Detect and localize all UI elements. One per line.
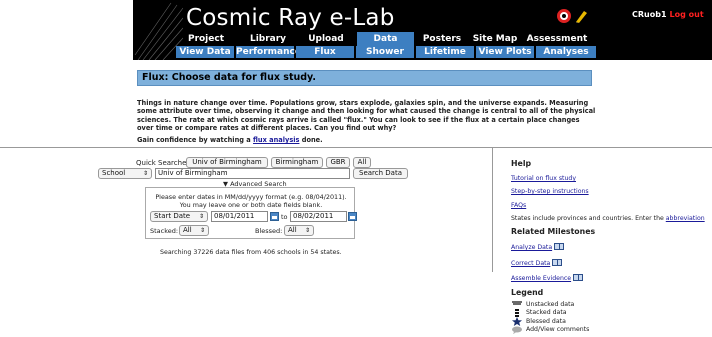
book-icon[interactable] xyxy=(554,243,565,250)
comment-icon xyxy=(511,326,523,336)
stacked-label: Stacked: xyxy=(150,227,179,235)
step-by-step-link[interactable]: Step-by-step instructions xyxy=(511,188,589,195)
header-icons xyxy=(557,9,587,23)
gain-confidence-text: Gain confidence by watching a flux analy… xyxy=(137,136,323,144)
subnav-view-data[interactable]: View Data xyxy=(176,46,234,58)
states-text: States include provinces and countries. … xyxy=(511,215,666,222)
date-help-line-2: You may leave one or both date fields bl… xyxy=(179,200,323,209)
correct-data-link[interactable]: Correct Data xyxy=(511,260,550,267)
blessed-select[interactable]: All ⇕ xyxy=(284,225,314,236)
milestones-title: Related Milestones xyxy=(511,227,596,236)
calendar-icon[interactable] xyxy=(348,212,357,221)
subnav-analyses[interactable]: Analyses xyxy=(536,46,596,58)
header-background xyxy=(597,0,712,60)
date-to-label: to xyxy=(281,213,288,221)
site-title[interactable]: Cosmic Ray e-Lab xyxy=(186,5,395,31)
subnav-performance[interactable]: Performance xyxy=(236,46,301,58)
main-nav: Project Map Library Upload Data Posters … xyxy=(176,32,596,58)
search-field-select[interactable]: School ⇕ xyxy=(98,168,152,179)
subnav-flux[interactable]: Flux xyxy=(296,46,354,58)
faqs-link[interactable]: FAQs xyxy=(511,202,526,209)
nav-upload[interactable]: Upload xyxy=(298,32,354,46)
analyze-data-link[interactable]: Analyze Data xyxy=(511,244,552,251)
nav-assessment[interactable]: Assessment xyxy=(522,32,592,46)
nav-site-map[interactable]: Site Map xyxy=(470,32,520,46)
subnav-shower[interactable]: Shower xyxy=(356,46,414,58)
nav-project-map[interactable]: Project Map xyxy=(176,32,236,58)
unstacked-icon xyxy=(511,300,523,308)
legend-unstacked: Unstacked data xyxy=(526,301,575,308)
username: CRuob1 xyxy=(632,10,667,19)
search-query-input[interactable]: Univ of Birmingham xyxy=(155,168,350,179)
sidebar-divider xyxy=(492,147,493,272)
legend-blessed: Blessed data xyxy=(526,318,566,325)
tutorial-link[interactable]: Tutorial on flux study xyxy=(511,175,576,182)
flux-analysis-link[interactable]: flux analysis xyxy=(253,136,299,144)
section-divider xyxy=(0,147,712,148)
milestone-assemble: Assemble Evidence xyxy=(511,274,584,282)
gain-suffix: done. xyxy=(299,136,323,144)
states-note: States include provinces and countries. … xyxy=(511,215,705,222)
nav-data[interactable]: Data xyxy=(357,32,414,46)
search-field-value: School xyxy=(102,169,126,177)
nav-library[interactable]: Library xyxy=(240,32,296,46)
subnav-view-plots[interactable]: View Plots xyxy=(476,46,534,58)
intro-paragraph: Things in nature change over time. Popul… xyxy=(137,99,596,132)
milestone-analyze: Analyze Data xyxy=(511,243,565,251)
book-icon[interactable] xyxy=(573,274,584,281)
quick-search-all-button[interactable]: All xyxy=(353,157,371,168)
legend-title: Legend xyxy=(511,288,544,297)
select-arrows-icon: ⇕ xyxy=(199,227,205,234)
date-to-input[interactable]: 08/02/2011 xyxy=(290,211,347,222)
blessed-value: All xyxy=(288,226,297,234)
search-data-button[interactable]: Search Data xyxy=(353,168,408,179)
milestone-correct: Correct Data xyxy=(511,259,563,267)
gain-prefix: Gain confidence by watching a xyxy=(137,136,254,144)
help-title: Help xyxy=(511,159,532,168)
page-title: Flux: Choose data for flux study. xyxy=(137,70,592,86)
book-icon[interactable] xyxy=(552,259,563,266)
select-arrows-icon: ⇕ xyxy=(142,170,148,177)
assemble-evidence-link[interactable]: Assemble Evidence xyxy=(511,275,571,282)
stacked-select[interactable]: All ⇕ xyxy=(179,225,209,236)
date-type-select[interactable]: Start Date ⇕ xyxy=(150,211,208,222)
pencil-icon[interactable] xyxy=(576,11,587,23)
blessed-label: Blessed: xyxy=(255,227,283,235)
stacked-value: All xyxy=(183,226,192,234)
calendar-icon[interactable] xyxy=(270,212,279,221)
logout-link[interactable]: Log out xyxy=(670,10,704,19)
quick-search-birmingham-button[interactable]: Birmingham xyxy=(271,157,323,168)
quick-search-gbr-button[interactable]: GBR xyxy=(326,157,350,168)
quick-search-univ-button[interactable]: Univ of Birmingham xyxy=(186,157,268,168)
select-arrows-icon: ⇕ xyxy=(198,213,204,220)
user-area: CRuob1 Log out xyxy=(632,10,704,19)
nav-posters[interactable]: Posters xyxy=(417,32,467,46)
subnav-lifetime[interactable]: Lifetime xyxy=(416,46,474,58)
date-help-text: Please enter dates in MM/dd/yyyy format … xyxy=(146,193,356,209)
select-arrows-icon: ⇕ xyxy=(304,227,310,234)
date-from-input[interactable]: 08/01/2011 xyxy=(211,211,268,222)
legend-comments: Add/View comments xyxy=(526,326,590,333)
abbreviation-link[interactable]: abbreviation xyxy=(666,215,705,222)
help-ring-icon[interactable] xyxy=(557,9,571,23)
quick-searches-label: Quick Searches: xyxy=(136,159,193,167)
legend-stacked: Stacked data xyxy=(526,309,567,316)
date-type-value: Start Date xyxy=(154,212,191,220)
search-status: Searching 37226 data files from 406 scho… xyxy=(160,249,342,256)
